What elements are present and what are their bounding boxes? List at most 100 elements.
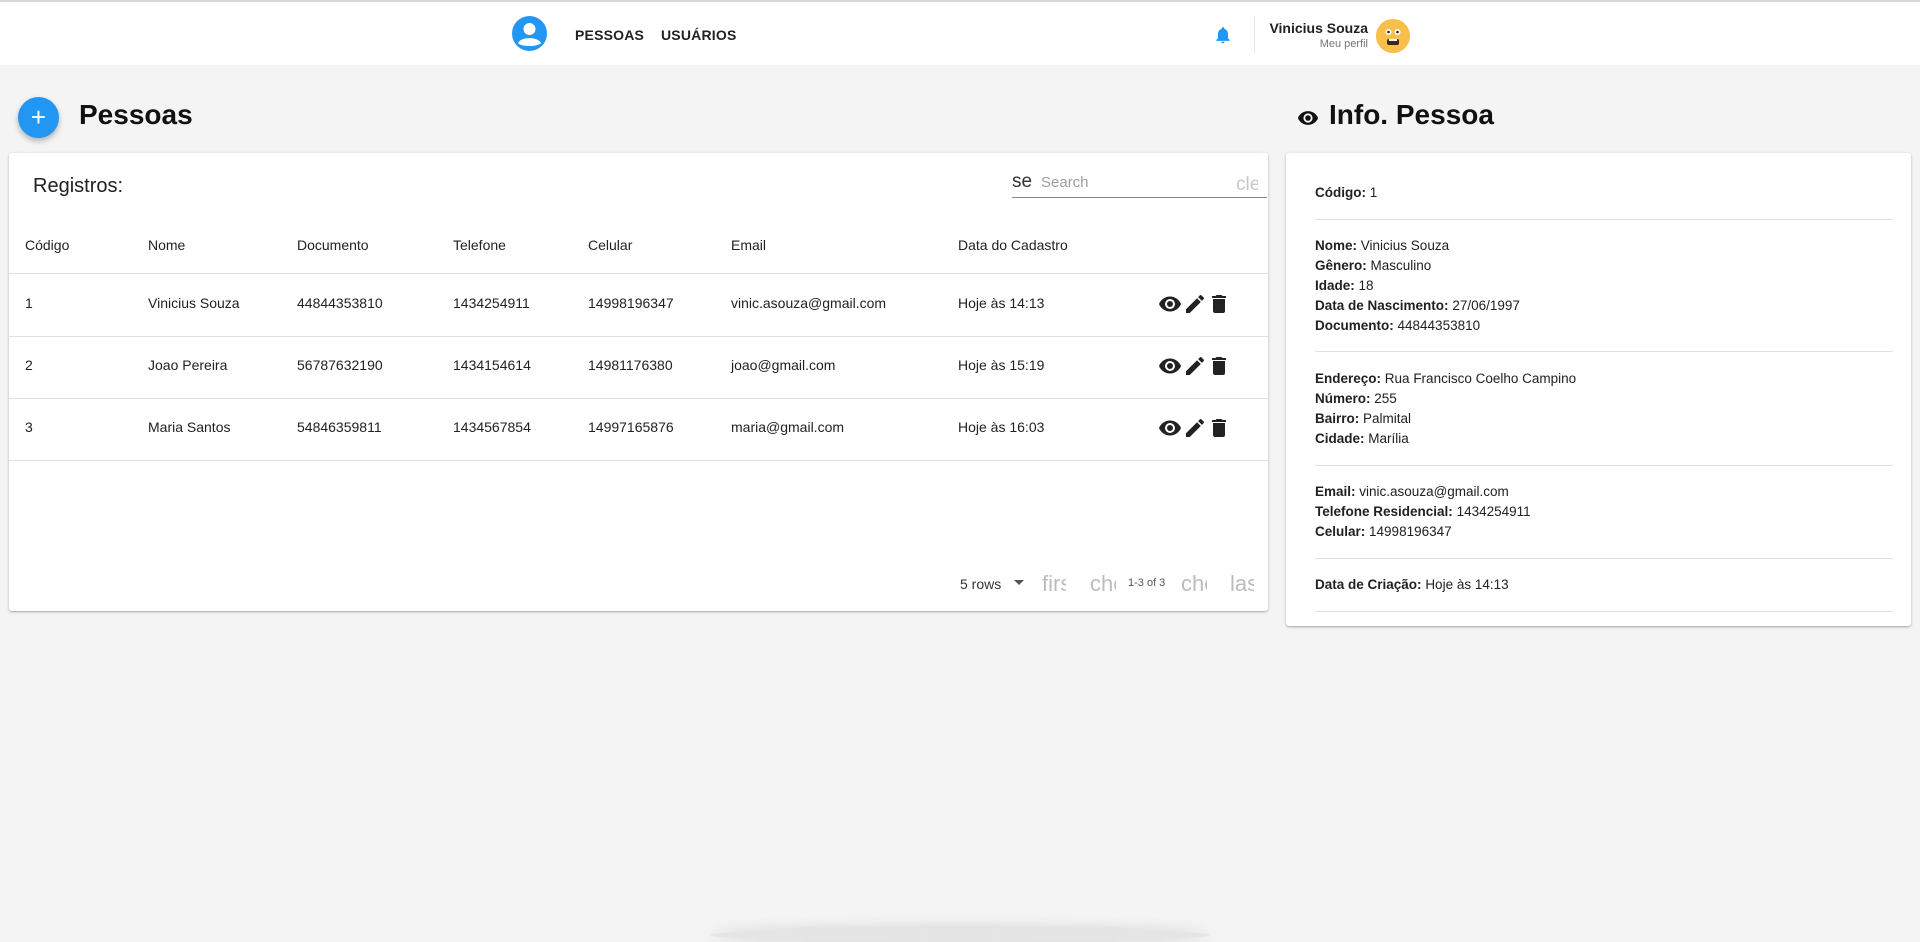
cell-documento: 56787632190 — [297, 357, 383, 373]
table-row[interactable]: 2 Joao Pereira 56787632190 1434154614 14… — [9, 336, 1268, 399]
cell-documento: 54846359811 — [297, 419, 382, 435]
chevron-left-icon[interactable]: chevron_left — [1090, 571, 1116, 597]
edit-icon[interactable] — [1183, 354, 1207, 378]
idade-label: Idade: — [1315, 278, 1355, 293]
info-section-pessoal: Nome: Vinicius Souza Gênero: Masculino I… — [1315, 236, 1895, 336]
telefone-value: 1434254911 — [1456, 504, 1531, 519]
info-section-contato: Email: vinic.asouza@gmail.com Telefone R… — [1315, 482, 1895, 542]
column-header-nome[interactable]: Nome — [148, 237, 185, 253]
bairro-label: Bairro: — [1315, 411, 1360, 426]
cell-nome: Vinicius Souza — [148, 295, 240, 311]
column-header-codigo[interactable]: Código — [25, 237, 69, 253]
cell-telefone: 1434154614 — [453, 357, 531, 373]
cell-celular: 14981176380 — [588, 357, 673, 373]
cell-email: joao@gmail.com — [731, 357, 836, 373]
clear-icon[interactable]: clear — [1236, 174, 1258, 196]
people-table-card: Registros: se clear Código Nome Document… — [9, 153, 1268, 611]
cell-data-cadastro: Hoje às 16:03 — [958, 419, 1045, 435]
cidade-label: Cidade: — [1315, 431, 1365, 446]
info-divider — [1315, 611, 1893, 612]
table-row[interactable]: 3 Maria Santos 54846359811 1434567854 14… — [9, 398, 1268, 461]
info-section-criacao: Data de Criação: Hoje às 14:13 — [1315, 575, 1895, 595]
user-avatar[interactable] — [1376, 19, 1410, 53]
cell-documento: 44844353810 — [297, 295, 383, 311]
bottom-shadow-decoration — [710, 928, 1210, 942]
nav-link-usuarios[interactable]: USUÁRIOS — [661, 27, 737, 43]
person-info-card: Código: 1 Nome: Vinicius Souza Gênero: M… — [1286, 153, 1911, 626]
cell-email: vinic.asouza@gmail.com — [731, 295, 887, 311]
nascimento-value: 27/06/1997 — [1452, 298, 1520, 313]
edit-icon[interactable] — [1183, 292, 1207, 316]
telefone-label: Telefone Residencial: — [1315, 504, 1453, 519]
cell-telefone: 1434254911 — [453, 295, 530, 311]
endereco-value: Rua Francisco Coelho Campino — [1384, 371, 1577, 386]
chevron-down-icon[interactable] — [1014, 580, 1024, 585]
rows-per-page-select[interactable]: 5 rows — [960, 576, 1001, 592]
cell-codigo: 1 — [25, 295, 33, 311]
numero-label: Número: — [1315, 391, 1371, 406]
eye-icon — [1297, 107, 1319, 129]
topbar-divider — [1254, 16, 1255, 53]
criacao-value: Hoje às 14:13 — [1425, 577, 1509, 592]
numero-value: 255 — [1374, 391, 1397, 406]
genero-value: Masculino — [1370, 258, 1432, 273]
first-page-icon[interactable]: first_page — [1042, 571, 1066, 597]
cell-nome: Joao Pereira — [148, 357, 228, 373]
account-circle-icon[interactable] — [512, 16, 547, 51]
page-title: Pessoas — [79, 99, 193, 130]
info-section-codigo: Código: 1 — [1315, 183, 1895, 203]
documento-label: Documento: — [1315, 318, 1394, 333]
celular-label: Celular: — [1315, 524, 1366, 539]
chevron-right-icon[interactable]: chevron_right — [1181, 571, 1207, 597]
info-divider — [1315, 219, 1893, 220]
profile-link[interactable]: Meu perfil — [1320, 38, 1368, 50]
last-page-icon[interactable]: last_page — [1230, 571, 1254, 597]
table-heading: Registros: — [33, 175, 124, 197]
add-person-button[interactable]: + — [18, 97, 59, 138]
idade-value: 18 — [1358, 278, 1374, 293]
table-row[interactable]: 1 Vinicius Souza 44844353810 1434254911 … — [9, 274, 1268, 337]
column-header-email[interactable]: Email — [731, 237, 766, 253]
info-divider — [1315, 558, 1893, 559]
column-header-celular[interactable]: Celular — [588, 237, 632, 253]
cell-data-cadastro: Hoje às 15:19 — [958, 357, 1045, 373]
info-title: Info. Pessoa — [1329, 99, 1494, 130]
documento-value: 44844353810 — [1397, 318, 1481, 333]
view-eye-icon[interactable] — [1158, 292, 1182, 316]
bairro-value: Palmital — [1363, 411, 1412, 426]
delete-icon[interactable] — [1207, 416, 1231, 440]
info-divider — [1315, 351, 1893, 352]
criacao-label: Data de Criação: — [1315, 577, 1422, 592]
column-header-documento[interactable]: Documento — [297, 237, 369, 253]
email-label: Email: — [1315, 484, 1356, 499]
endereco-label: Endereço: — [1315, 371, 1382, 386]
pagination-count: 1-3 of 3 — [1128, 577, 1166, 589]
nascimento-label: Data de Nascimento: — [1315, 298, 1449, 313]
info-divider — [1315, 465, 1893, 466]
genero-label: Gênero: — [1315, 258, 1367, 273]
view-eye-icon[interactable] — [1158, 354, 1182, 378]
search-box: se clear — [1012, 171, 1267, 198]
cidade-value: Marília — [1368, 431, 1409, 446]
top-app-bar: PESSOAS USUÁRIOS Vinicius Souza Meu perf… — [0, 0, 1920, 65]
column-header-data-cadastro[interactable]: Data do Cadastro — [958, 237, 1068, 253]
notifications-bell-icon[interactable] — [1213, 25, 1233, 45]
cell-celular: 14998196347 — [588, 295, 674, 311]
cell-data-cadastro: Hoje às 14:13 — [958, 295, 1045, 311]
cell-celular: 14997165876 — [588, 419, 674, 435]
column-header-telefone[interactable]: Telefone — [453, 237, 506, 253]
info-section-endereco: Endereço: Rua Francisco Coelho Campino N… — [1315, 369, 1895, 449]
cell-email: maria@gmail.com — [731, 419, 845, 435]
celular-value: 14998196347 — [1369, 524, 1452, 539]
nav-link-pessoas[interactable]: PESSOAS — [575, 27, 644, 43]
delete-icon[interactable] — [1207, 292, 1231, 316]
view-eye-icon[interactable] — [1158, 416, 1182, 440]
cell-telefone: 1434567854 — [453, 419, 531, 435]
user-name: Vinicius Souza — [1269, 20, 1368, 36]
search-icon: se — [1012, 171, 1033, 192]
nome-label: Nome: — [1315, 238, 1358, 253]
nome-value: Vinicius Souza — [1360, 238, 1450, 253]
search-input[interactable] — [1041, 171, 1221, 193]
delete-icon[interactable] — [1207, 354, 1231, 378]
edit-icon[interactable] — [1183, 416, 1207, 440]
